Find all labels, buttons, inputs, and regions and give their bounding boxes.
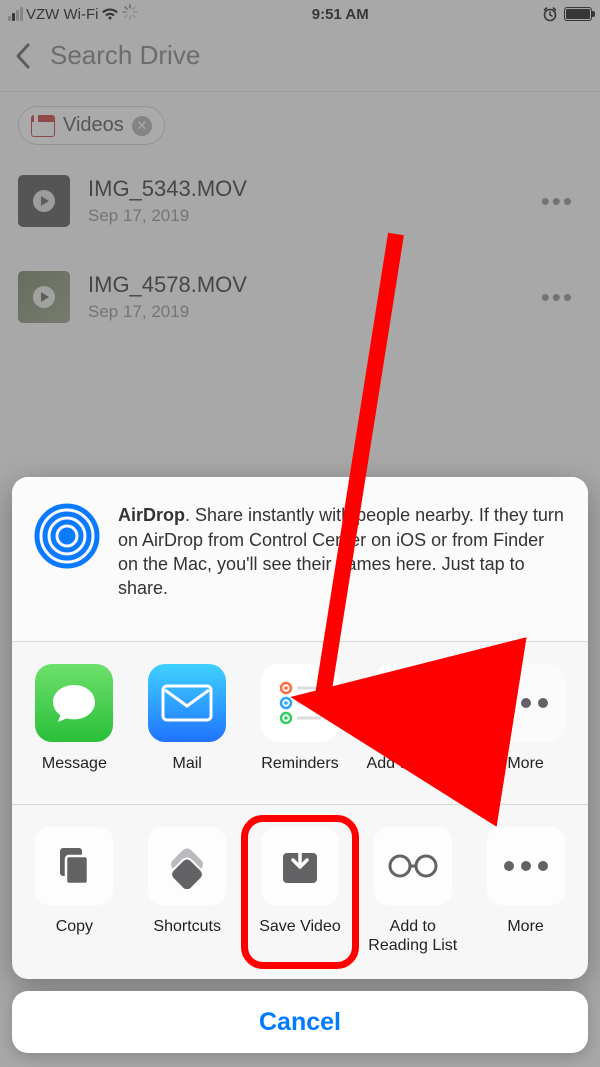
airdrop-section[interactable]: AirDrop. Share instantly with people nea…	[12, 477, 588, 641]
cancel-label: Cancel	[259, 1008, 341, 1037]
share-targets-row: Message Mail Reminders Add to Notes More	[12, 642, 588, 805]
share-target-label: More	[507, 754, 543, 792]
readinglist-icon	[374, 827, 452, 905]
share-target-label: Mail	[173, 754, 202, 792]
action-label: Copy	[56, 917, 93, 955]
share-sheet: AirDrop. Share instantly with people nea…	[12, 477, 588, 979]
action-more[interactable]: More	[473, 827, 579, 955]
share-target-more[interactable]: More	[473, 664, 579, 792]
copy-icon	[35, 827, 113, 905]
airdrop-icon	[34, 503, 100, 569]
action-label: Shortcuts	[153, 917, 221, 955]
shortcuts-icon	[148, 827, 226, 905]
notes-app-icon	[374, 664, 452, 742]
actions-row: Copy Shortcuts Save Video Add to Reading Li…	[12, 805, 588, 979]
action-readinglist[interactable]: Add to Reading List	[360, 827, 466, 955]
action-savevideo[interactable]: Save Video	[247, 827, 353, 955]
reminders-app-icon	[261, 664, 339, 742]
cancel-button[interactable]: Cancel	[12, 991, 588, 1053]
action-label: More	[507, 917, 543, 955]
share-target-message[interactable]: Message	[21, 664, 127, 792]
share-target-label: Reminders	[261, 754, 338, 792]
share-target-label: Add to Notes	[367, 754, 460, 792]
action-label: Add to Reading List	[360, 917, 466, 955]
action-shortcuts[interactable]: Shortcuts	[134, 827, 240, 955]
savevideo-icon	[261, 827, 339, 905]
airdrop-description: AirDrop. Share instantly with people nea…	[118, 503, 566, 600]
action-copy[interactable]: Copy	[21, 827, 127, 955]
more-icon	[487, 827, 565, 905]
more-icon	[487, 664, 565, 742]
share-target-notes[interactable]: Add to Notes	[360, 664, 466, 792]
share-target-mail[interactable]: Mail	[134, 664, 240, 792]
message-app-icon	[35, 664, 113, 742]
share-target-label: Message	[42, 754, 107, 792]
share-target-reminders[interactable]: Reminders	[247, 664, 353, 792]
action-label: Save Video	[259, 917, 341, 955]
mail-app-icon	[148, 664, 226, 742]
